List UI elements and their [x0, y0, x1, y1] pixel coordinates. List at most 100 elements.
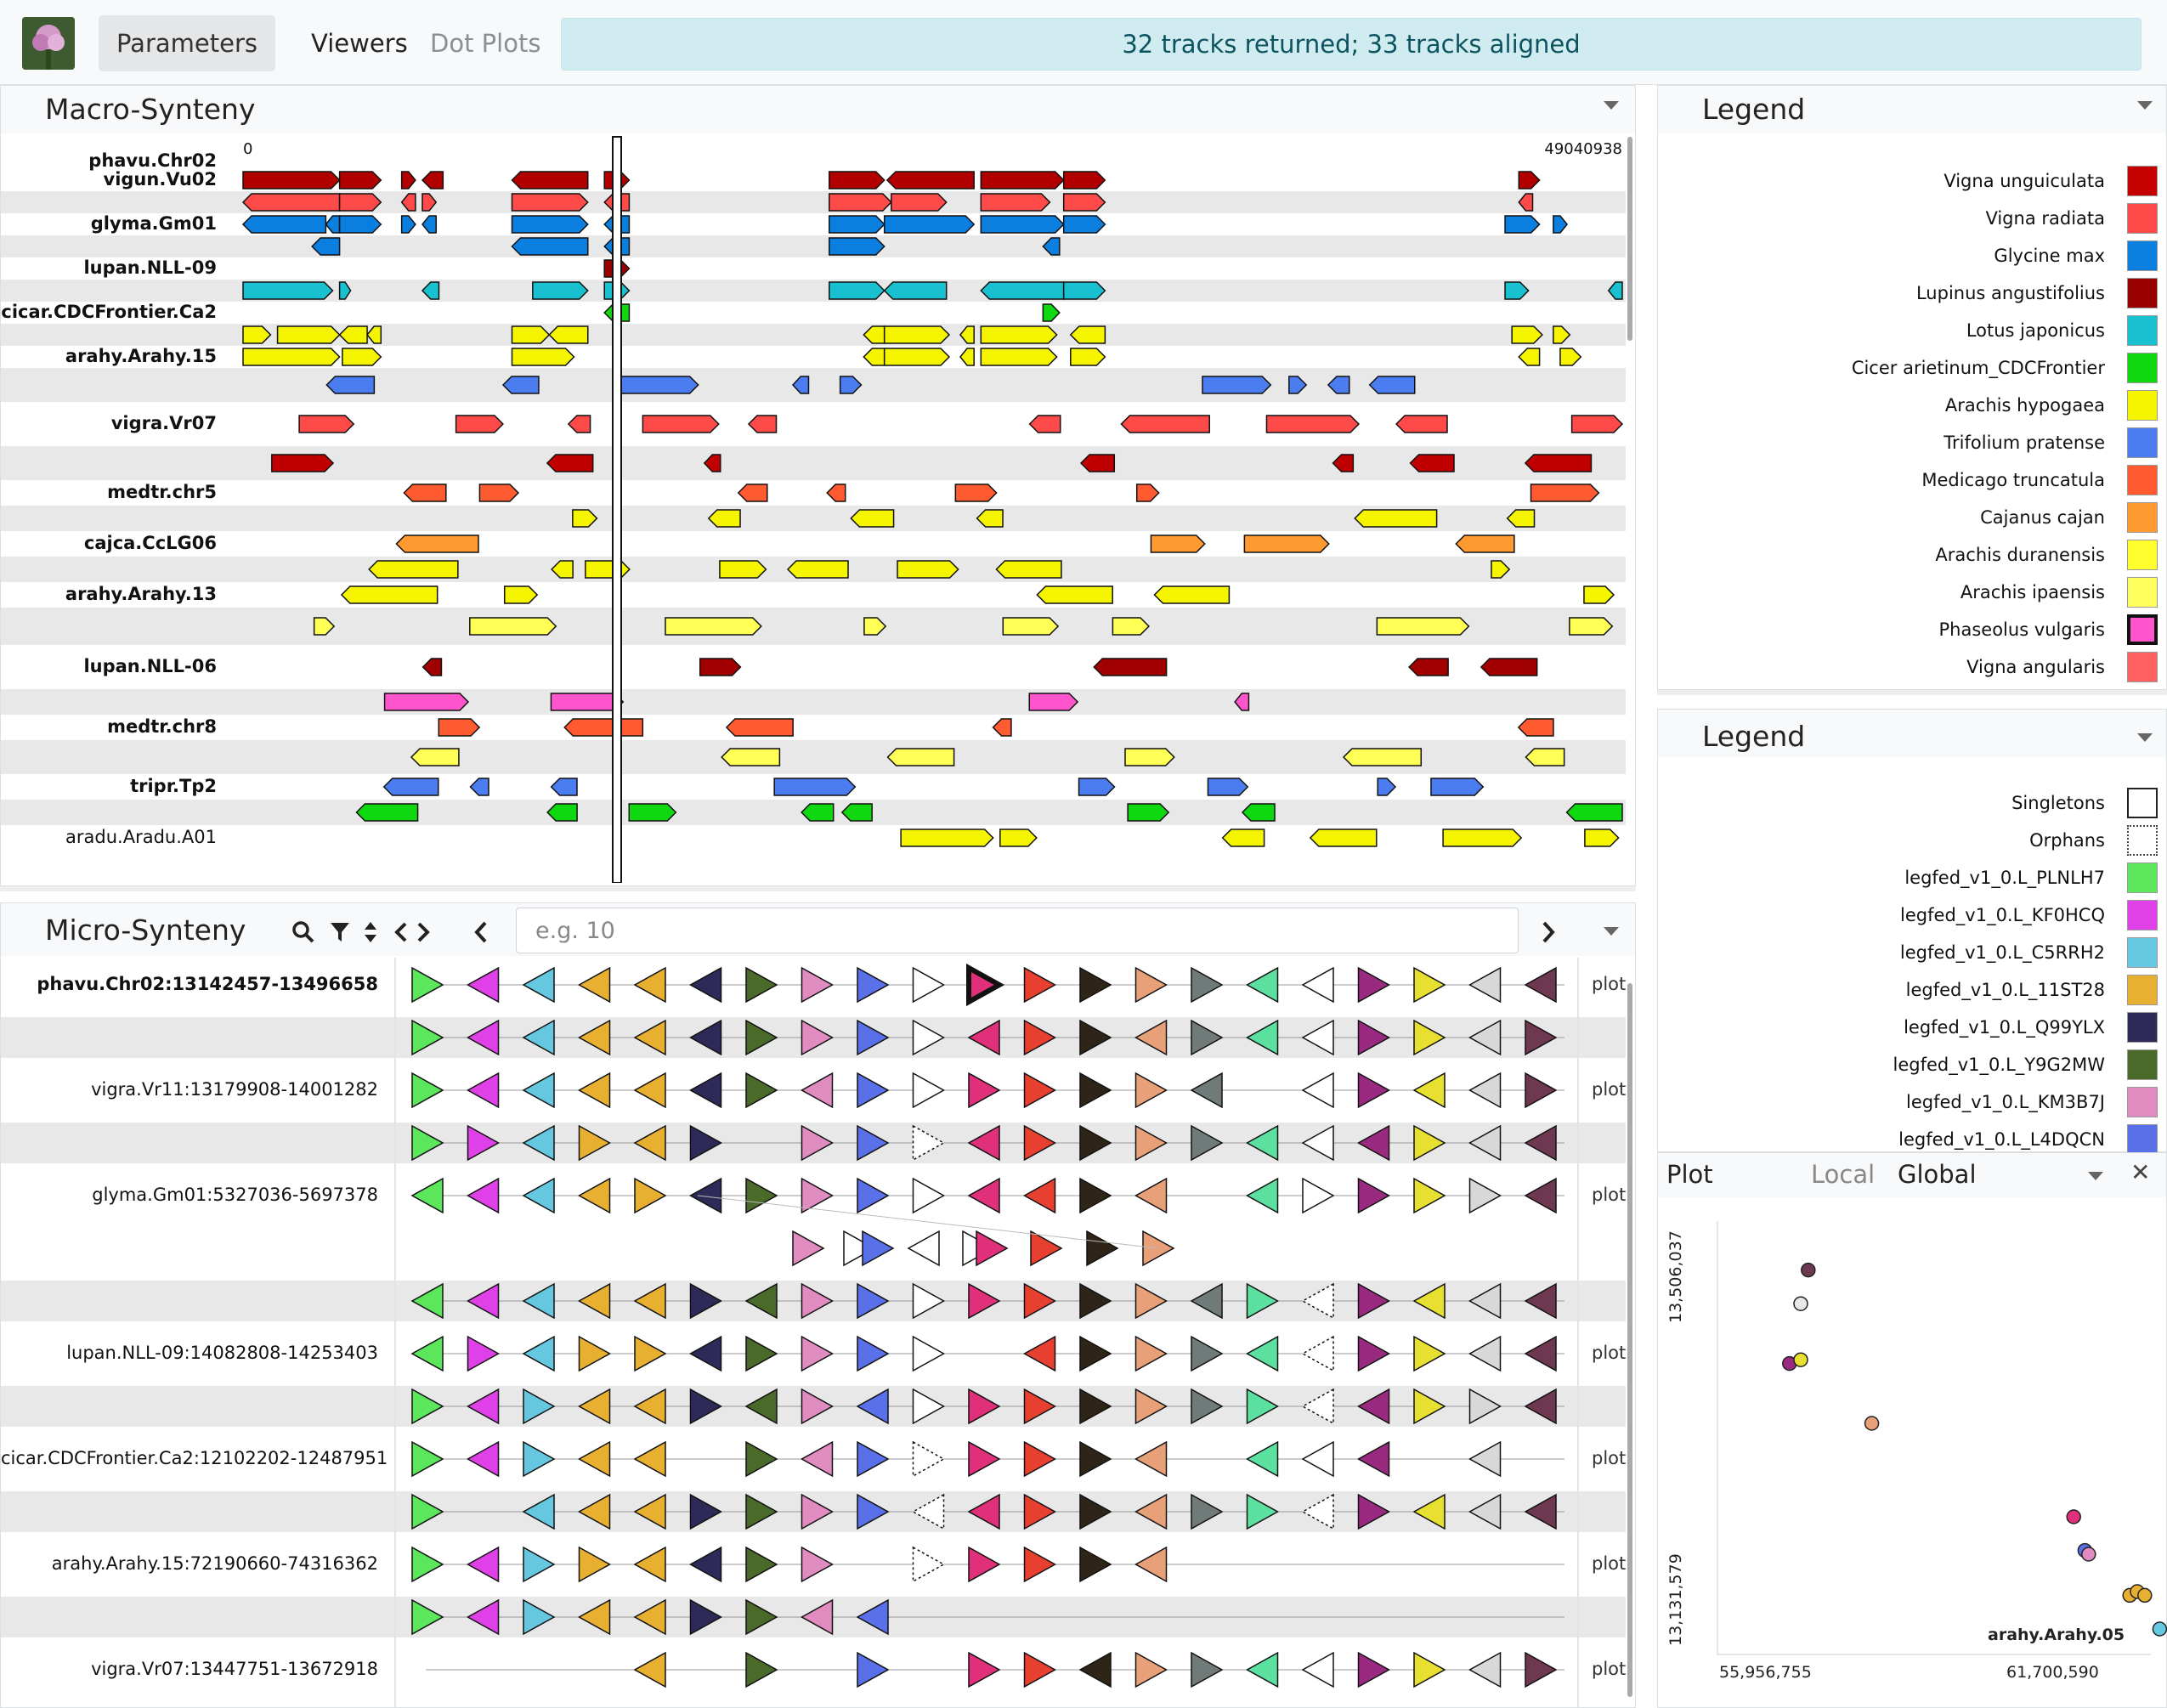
gene-glyph[interactable]: [1468, 966, 1502, 1004]
gene-glyph[interactable]: [410, 1335, 444, 1372]
gene-glyph[interactable]: [745, 1651, 778, 1688]
synteny-block[interactable]: [567, 415, 591, 433]
gene-glyph[interactable]: [1356, 1440, 1390, 1478]
synteny-block[interactable]: [863, 348, 885, 366]
synteny-block[interactable]: [747, 415, 778, 433]
legend-splitter[interactable]: [1657, 690, 2167, 695]
synteny-block[interactable]: [325, 376, 376, 394]
gene-glyph[interactable]: [1245, 1651, 1279, 1688]
gene-glyph[interactable]: [745, 1177, 778, 1214]
gene-family-legend-item[interactable]: legfed_v1_0.L_Q99YLX: [1682, 1012, 2158, 1044]
gene-family-legend-item[interactable]: legfed_v1_0.L_KM3B7J: [1682, 1087, 2158, 1119]
synteny-block[interactable]: [773, 778, 857, 796]
synteny-block[interactable]: [469, 617, 557, 636]
synteny-block[interactable]: [1062, 193, 1106, 212]
synteny-block[interactable]: [1553, 215, 1569, 234]
gene-glyph[interactable]: [688, 1177, 722, 1214]
micro-scrollbar[interactable]: [1627, 983, 1632, 1697]
synteny-block[interactable]: [511, 237, 589, 256]
plot-point[interactable]: [2081, 1547, 2096, 1562]
synteny-block[interactable]: [614, 376, 699, 394]
synteny-block[interactable]: [665, 617, 762, 636]
synteny-block[interactable]: [503, 585, 539, 604]
gene-glyph[interactable]: [800, 1072, 834, 1109]
gene-glyph[interactable]: [522, 1177, 555, 1214]
gene-glyph[interactable]: [1078, 1651, 1112, 1688]
synteny-block[interactable]: [1377, 778, 1397, 796]
viewers-menu[interactable]: Viewers: [311, 15, 408, 71]
gene-glyph[interactable]: [1413, 1177, 1446, 1214]
gene-glyph[interactable]: [1525, 1651, 1558, 1688]
synteny-block[interactable]: [1028, 693, 1079, 711]
synteny-block[interactable]: [532, 281, 589, 300]
gene-glyph[interactable]: [1134, 1651, 1168, 1688]
gene-glyph[interactable]: [411, 966, 444, 1004]
synteny-block[interactable]: [1455, 534, 1515, 553]
synteny-block[interactable]: [1368, 376, 1416, 394]
gene-glyph[interactable]: [466, 1440, 500, 1478]
gene-glyph[interactable]: [1134, 1335, 1168, 1372]
synteny-block[interactable]: [563, 718, 644, 737]
gene-glyph[interactable]: [1191, 966, 1224, 1004]
synteny-block[interactable]: [850, 509, 895, 528]
synteny-block[interactable]: [338, 215, 382, 234]
gene-glyph[interactable]: [1191, 1335, 1224, 1372]
synteny-block[interactable]: [959, 348, 975, 366]
gene-glyph[interactable]: [1301, 1335, 1334, 1372]
gene-glyph[interactable]: [1022, 1177, 1056, 1214]
gene-glyph[interactable]: [912, 1335, 946, 1372]
synteny-block[interactable]: [1112, 617, 1151, 636]
synteny-block[interactable]: [1042, 303, 1061, 322]
gene-glyph[interactable]: [1357, 1335, 1391, 1372]
micro-synteny-plot[interactable]: [1, 958, 1632, 1708]
gene-glyph[interactable]: [1301, 1072, 1334, 1109]
macro-synteny-viewer[interactable]: phavu.Chr02vigun.Vu02vigra.Vr11glyma.Gm0…: [1, 135, 1632, 883]
synteny-block[interactable]: [383, 693, 470, 711]
synteny-block[interactable]: [340, 585, 438, 604]
gene-glyph[interactable]: [1079, 1177, 1112, 1214]
gene-glyph[interactable]: [745, 1546, 778, 1583]
gene-glyph[interactable]: [1301, 1440, 1334, 1478]
synteny-block[interactable]: [400, 215, 416, 234]
gene-glyph[interactable]: [1079, 966, 1112, 1004]
synteny-block[interactable]: [737, 484, 768, 502]
species-legend-item[interactable]: Lotus japonicus: [1682, 315, 2158, 348]
synteny-block[interactable]: [400, 171, 416, 189]
synteny-block[interactable]: [628, 803, 677, 822]
synteny-block[interactable]: [1120, 415, 1210, 433]
synteny-block[interactable]: [719, 560, 767, 579]
synteny-block[interactable]: [325, 215, 341, 234]
sort-icon[interactable]: [363, 920, 378, 950]
synteny-block[interactable]: [1442, 829, 1523, 847]
gene-family-legend-item[interactable]: legfed_v1_0.L_11ST28: [1682, 975, 2158, 1007]
gene-glyph[interactable]: [688, 1335, 722, 1372]
gene-glyph[interactable]: [966, 963, 1005, 1007]
gene-glyph[interactable]: [1079, 1546, 1112, 1583]
gene-family-legend-item[interactable]: legfed_v1_0.L_Y9G2MW: [1682, 1049, 2158, 1082]
synteny-block[interactable]: [1530, 484, 1600, 502]
gene-glyph[interactable]: [522, 966, 555, 1004]
legend2-collapse-icon[interactable]: [2137, 733, 2153, 742]
micro-search-input[interactable]: [516, 908, 1519, 953]
gene-glyph[interactable]: [466, 1072, 500, 1109]
gene-glyph[interactable]: [688, 966, 722, 1004]
gene-glyph[interactable]: [912, 1440, 946, 1478]
synteny-block[interactable]: [478, 484, 520, 502]
gene-glyph[interactable]: [801, 966, 835, 1004]
dot-plot[interactable]: [1658, 1153, 2167, 1708]
synteny-block[interactable]: [829, 193, 892, 212]
gene-glyph[interactable]: [1023, 966, 1057, 1004]
gene-glyph[interactable]: [1245, 1440, 1279, 1478]
synteny-block[interactable]: [410, 748, 460, 766]
synteny-block[interactable]: [1002, 617, 1060, 636]
synteny-block[interactable]: [1062, 281, 1106, 300]
gene-glyph[interactable]: [1301, 966, 1334, 1004]
synteny-block[interactable]: [241, 215, 327, 234]
synteny-block[interactable]: [1036, 585, 1113, 604]
species-legend-item[interactable]: Cajanus cajan: [1682, 502, 2158, 534]
synteny-block[interactable]: [1430, 778, 1485, 796]
gene-glyph[interactable]: [862, 1230, 895, 1267]
gene-glyph[interactable]: [1413, 1651, 1446, 1688]
synteny-block[interactable]: [721, 748, 781, 766]
species-legend-item[interactable]: Vigna radiata: [1682, 203, 2158, 235]
